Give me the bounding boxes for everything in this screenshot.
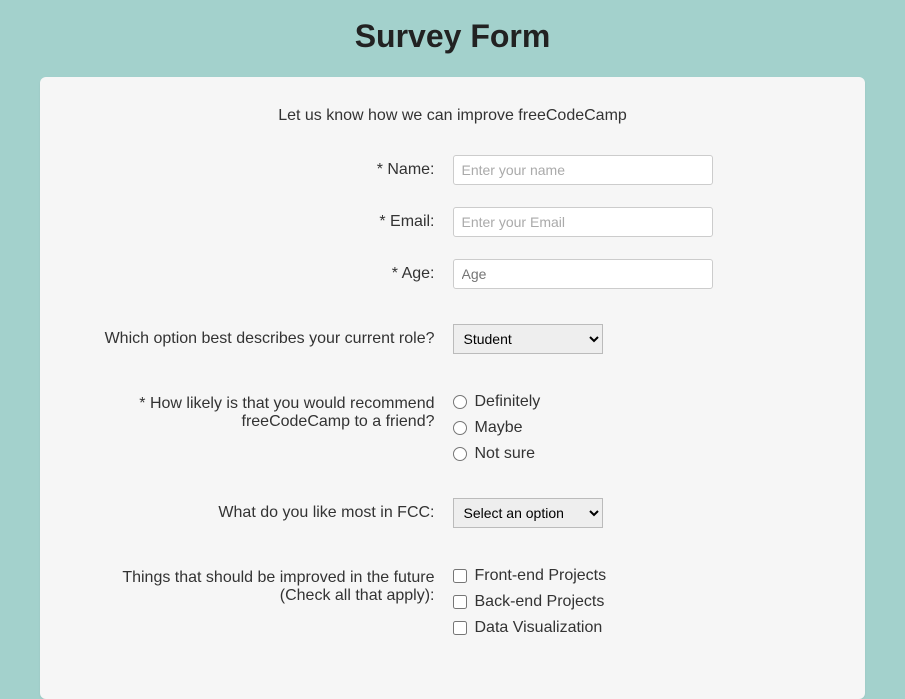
age-input[interactable] — [453, 259, 713, 289]
radio-maybe[interactable]: Maybe — [453, 419, 826, 437]
row-recommend: * How likely is that you would recommend… — [80, 389, 825, 463]
name-label: * Name: — [80, 155, 453, 179]
row-like: What do you like most in FCC: Select an … — [80, 498, 825, 528]
checkbox-backend[interactable]: Back-end Projects — [453, 593, 826, 611]
name-input[interactable] — [453, 155, 713, 185]
role-select[interactable]: Student — [453, 324, 603, 354]
role-label: Which option best describes your current… — [80, 324, 453, 348]
like-label: What do you like most in FCC: — [80, 498, 453, 522]
intro-text: Let us know how we can improve freeCodeC… — [80, 107, 825, 125]
checkbox-backend-label: Back-end Projects — [475, 593, 605, 611]
survey-form-card: Let us know how we can improve freeCodeC… — [40, 77, 865, 699]
age-label: * Age: — [80, 259, 453, 283]
checkbox-frontend-label: Front-end Projects — [475, 567, 607, 585]
radio-maybe-input[interactable] — [453, 421, 467, 435]
radio-definitely-input[interactable] — [453, 395, 467, 409]
recommend-label: * How likely is that you would recommend… — [80, 389, 453, 431]
row-improve: Things that should be improved in the fu… — [80, 563, 825, 637]
checkbox-frontend[interactable]: Front-end Projects — [453, 567, 826, 585]
recommend-radio-group: Definitely Maybe Not sure — [453, 389, 826, 463]
checkbox-dataviz-input[interactable] — [453, 621, 467, 635]
row-name: * Name: — [80, 155, 825, 185]
checkbox-dataviz-label: Data Visualization — [475, 619, 603, 637]
checkbox-frontend-input[interactable] — [453, 569, 467, 583]
checkbox-backend-input[interactable] — [453, 595, 467, 609]
like-select[interactable]: Select an option — [453, 498, 603, 528]
improve-checkbox-group: Front-end Projects Back-end Projects Dat… — [453, 563, 826, 637]
improve-label: Things that should be improved in the fu… — [80, 563, 453, 605]
radio-maybe-label: Maybe — [475, 419, 523, 437]
email-label: * Email: — [80, 207, 453, 231]
row-email: * Email: — [80, 207, 825, 237]
radio-definitely[interactable]: Definitely — [453, 393, 826, 411]
checkbox-dataviz[interactable]: Data Visualization — [453, 619, 826, 637]
radio-definitely-label: Definitely — [475, 393, 541, 411]
email-input[interactable] — [453, 207, 713, 237]
radio-notsure-label: Not sure — [475, 445, 535, 463]
page-title: Survey Form — [0, 0, 905, 77]
row-age: * Age: — [80, 259, 825, 289]
radio-notsure[interactable]: Not sure — [453, 445, 826, 463]
row-role: Which option best describes your current… — [80, 324, 825, 354]
radio-notsure-input[interactable] — [453, 447, 467, 461]
